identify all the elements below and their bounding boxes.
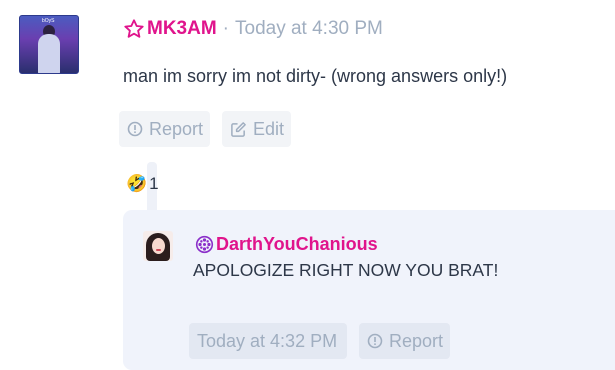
message-text: man im sorry im not dirty- (wrong answer… xyxy=(123,66,508,86)
rofl-emoji-icon: 🤣 xyxy=(126,174,148,193)
reply-avatar[interactable] xyxy=(143,231,173,261)
report-button-label: Report xyxy=(149,118,204,139)
message-header: MK3AM · Today at 4:30 PM xyxy=(123,15,383,43)
edit-button-label: Edit xyxy=(253,118,285,139)
alert-circle-icon xyxy=(127,121,143,137)
reply-text: APOLOGIZE RIGHT NOW YOU BRAT! xyxy=(193,260,499,280)
reply-report-label: Report xyxy=(389,330,444,351)
edit-button[interactable]: Edit xyxy=(222,111,291,147)
reaction-chip[interactable]: 🤣 1 xyxy=(126,174,159,194)
avatar-figure-body xyxy=(38,34,60,73)
film-reel-icon xyxy=(195,235,214,254)
reply-avatar-lips xyxy=(156,249,161,251)
reply-avatar-face xyxy=(152,238,165,254)
reply-header: DarthYouChanious xyxy=(195,233,378,255)
reaction-count: 1 xyxy=(149,174,159,193)
edit-icon xyxy=(230,121,247,138)
avatar-badge-text: bOyS xyxy=(42,18,55,24)
reply-username[interactable]: DarthYouChanious xyxy=(216,234,378,255)
reply-timestamp: Today at 4:32 PM xyxy=(197,330,338,351)
star-outline-icon xyxy=(123,18,145,40)
reply-report-button[interactable]: Report xyxy=(359,323,450,359)
report-button[interactable]: Report xyxy=(119,111,210,147)
reply-timestamp-button[interactable]: Today at 4:32 PM xyxy=(189,323,347,359)
header-separator: · xyxy=(222,18,229,39)
username[interactable]: MK3AM xyxy=(147,18,217,40)
message-timestamp[interactable]: Today at 4:30 PM xyxy=(235,18,383,40)
avatar[interactable]: bOyS xyxy=(19,15,79,74)
